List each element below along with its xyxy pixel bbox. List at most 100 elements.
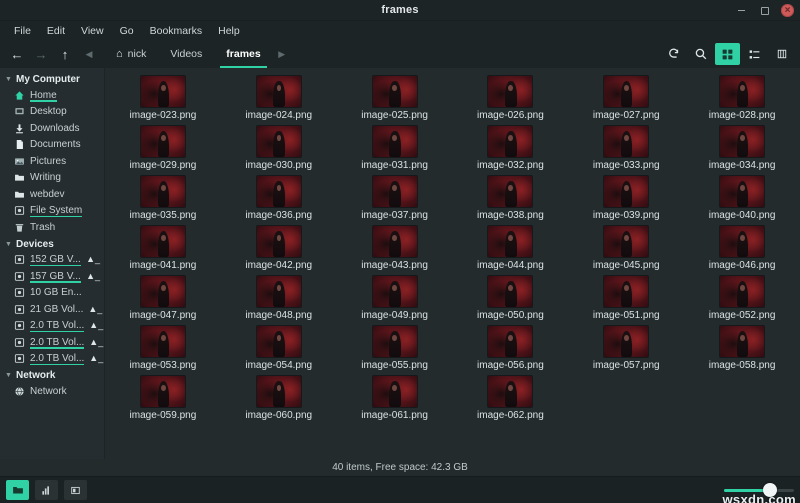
- search-icon[interactable]: [688, 43, 713, 65]
- file-item[interactable]: image-052.png: [684, 274, 800, 324]
- file-item[interactable]: image-029.png: [105, 124, 221, 174]
- breadcrumb-item-nick[interactable]: ⌂ nick: [104, 40, 158, 68]
- file-item[interactable]: image-024.png: [221, 74, 337, 124]
- sidebar-item-file-system[interactable]: File System: [0, 203, 104, 220]
- maximize-button[interactable]: [758, 4, 771, 17]
- file-item[interactable]: image-047.png: [105, 274, 221, 324]
- file-item[interactable]: image-057.png: [568, 324, 684, 374]
- sidebar-item-device-7[interactable]: 2.0 TB Vol... ▲_: [0, 351, 104, 368]
- eject-icon[interactable]: ▲_: [89, 337, 103, 347]
- back-icon[interactable]: ←: [6, 43, 28, 65]
- file-item[interactable]: image-033.png: [568, 124, 684, 174]
- menu-edit[interactable]: Edit: [39, 23, 73, 39]
- sidebar-group-devices[interactable]: ▼ Devices: [0, 236, 104, 252]
- zoom-slider[interactable]: [724, 480, 794, 500]
- sidebar-item-device-4[interactable]: 21 GB Vol... ▲_: [0, 301, 104, 318]
- file-item[interactable]: image-053.png: [105, 324, 221, 374]
- eject-icon[interactable]: ▲_: [88, 304, 102, 314]
- sidebar-item-device-2[interactable]: 157 GB V... ▲_: [0, 268, 104, 285]
- chevron-down-icon: ▼: [5, 372, 12, 379]
- file-item[interactable]: image-037.png: [337, 174, 453, 224]
- sidebar-item-trash[interactable]: Trash: [0, 219, 104, 236]
- file-item[interactable]: image-048.png: [221, 274, 337, 324]
- sidebar-item-device-6[interactable]: 2.0 TB Vol... ▲_: [0, 334, 104, 351]
- file-item[interactable]: image-062.png: [453, 374, 569, 424]
- file-item[interactable]: image-046.png: [684, 224, 800, 274]
- sidebar-item-device-1[interactable]: 152 GB V... ▲_: [0, 252, 104, 269]
- file-thumbnail: [140, 176, 185, 207]
- sidebar-item-downloads[interactable]: Downloads: [0, 120, 104, 137]
- file-item[interactable]: image-054.png: [221, 324, 337, 374]
- file-item[interactable]: image-058.png: [684, 324, 800, 374]
- file-name: image-028.png: [708, 110, 776, 121]
- eject-icon[interactable]: ▲_: [89, 354, 103, 363]
- file-item[interactable]: image-038.png: [453, 174, 569, 224]
- file-item[interactable]: image-026.png: [453, 74, 569, 124]
- file-manager-taskbar-button[interactable]: [6, 480, 29, 500]
- eject-icon[interactable]: ▲_: [86, 271, 100, 281]
- list-view-icon[interactable]: [742, 43, 767, 65]
- up-icon[interactable]: ↑: [54, 43, 76, 65]
- menu-view[interactable]: View: [73, 23, 112, 39]
- file-item[interactable]: image-060.png: [221, 374, 337, 424]
- file-item[interactable]: image-051.png: [568, 274, 684, 324]
- file-item[interactable]: image-032.png: [453, 124, 569, 174]
- breadcrumb-item-frames[interactable]: frames: [214, 40, 272, 68]
- minimize-button[interactable]: [735, 4, 748, 17]
- file-item[interactable]: image-031.png: [337, 124, 453, 174]
- reload-icon[interactable]: [661, 43, 686, 65]
- file-name: image-024.png: [245, 110, 313, 121]
- eject-icon[interactable]: ▲_: [89, 321, 103, 330]
- sidebar-item-documents[interactable]: Documents: [0, 137, 104, 154]
- file-item[interactable]: image-030.png: [221, 124, 337, 174]
- menu-go[interactable]: Go: [112, 23, 142, 39]
- sidebar-item-network[interactable]: Network: [0, 383, 104, 400]
- file-item[interactable]: image-056.png: [453, 324, 569, 374]
- file-item[interactable]: image-035.png: [105, 174, 221, 224]
- sidebar-item-device-3[interactable]: 10 GB En...: [0, 285, 104, 302]
- next-breadcrumb-icon[interactable]: ▶: [273, 40, 291, 68]
- eject-icon[interactable]: ▲_: [86, 255, 100, 264]
- file-item[interactable]: image-049.png: [337, 274, 453, 324]
- sidebar-group-my-computer[interactable]: ▼ My Computer: [0, 71, 104, 87]
- previous-breadcrumb-icon[interactable]: ◀: [78, 43, 100, 65]
- close-button[interactable]: [781, 4, 794, 17]
- file-item[interactable]: image-050.png: [453, 274, 569, 324]
- file-item[interactable]: image-023.png: [105, 74, 221, 124]
- sidebar-item-home[interactable]: Home: [0, 87, 104, 104]
- forward-icon[interactable]: →: [30, 43, 52, 65]
- file-item[interactable]: image-040.png: [684, 174, 800, 224]
- file-item[interactable]: image-041.png: [105, 224, 221, 274]
- file-item[interactable]: image-042.png: [221, 224, 337, 274]
- sidebar-group-network[interactable]: ▼ Network: [0, 367, 104, 383]
- menu-bookmarks[interactable]: Bookmarks: [142, 23, 211, 39]
- file-item[interactable]: image-027.png: [568, 74, 684, 124]
- file-item[interactable]: image-045.png: [568, 224, 684, 274]
- menu-file[interactable]: File: [6, 23, 39, 39]
- file-item[interactable]: image-055.png: [337, 324, 453, 374]
- icon-view-icon[interactable]: [715, 43, 740, 65]
- breadcrumb: ⌂ nick Videos frames ▶: [104, 40, 291, 68]
- file-list-area[interactable]: image-023.png image-024.png image-025.png i…: [105, 68, 800, 459]
- sidebar-item-webdev[interactable]: webdev: [0, 186, 104, 203]
- window-taskbar-button[interactable]: [64, 480, 87, 500]
- file-item[interactable]: image-061.png: [337, 374, 453, 424]
- file-item[interactable]: image-043.png: [337, 224, 453, 274]
- file-item[interactable]: image-044.png: [453, 224, 569, 274]
- sidebar-item-device-5[interactable]: 2.0 TB Vol... ▲_: [0, 318, 104, 335]
- breadcrumb-item-videos[interactable]: Videos: [158, 40, 214, 68]
- sidebar-item-pictures[interactable]: Pictures: [0, 153, 104, 170]
- terminal-taskbar-button[interactable]: [35, 480, 58, 500]
- file-item[interactable]: image-025.png: [337, 74, 453, 124]
- compact-view-icon[interactable]: [769, 43, 794, 65]
- sidebar-item-desktop[interactable]: Desktop: [0, 104, 104, 121]
- menu-help[interactable]: Help: [210, 23, 248, 39]
- file-item[interactable]: image-028.png: [684, 74, 800, 124]
- file-item[interactable]: image-039.png: [568, 174, 684, 224]
- file-item[interactable]: image-059.png: [105, 374, 221, 424]
- file-item[interactable]: image-034.png: [684, 124, 800, 174]
- file-item[interactable]: image-036.png: [221, 174, 337, 224]
- titlebar[interactable]: frames: [0, 0, 800, 21]
- zoom-slider-handle[interactable]: [763, 483, 778, 497]
- sidebar-item-writing[interactable]: Writing: [0, 170, 104, 187]
